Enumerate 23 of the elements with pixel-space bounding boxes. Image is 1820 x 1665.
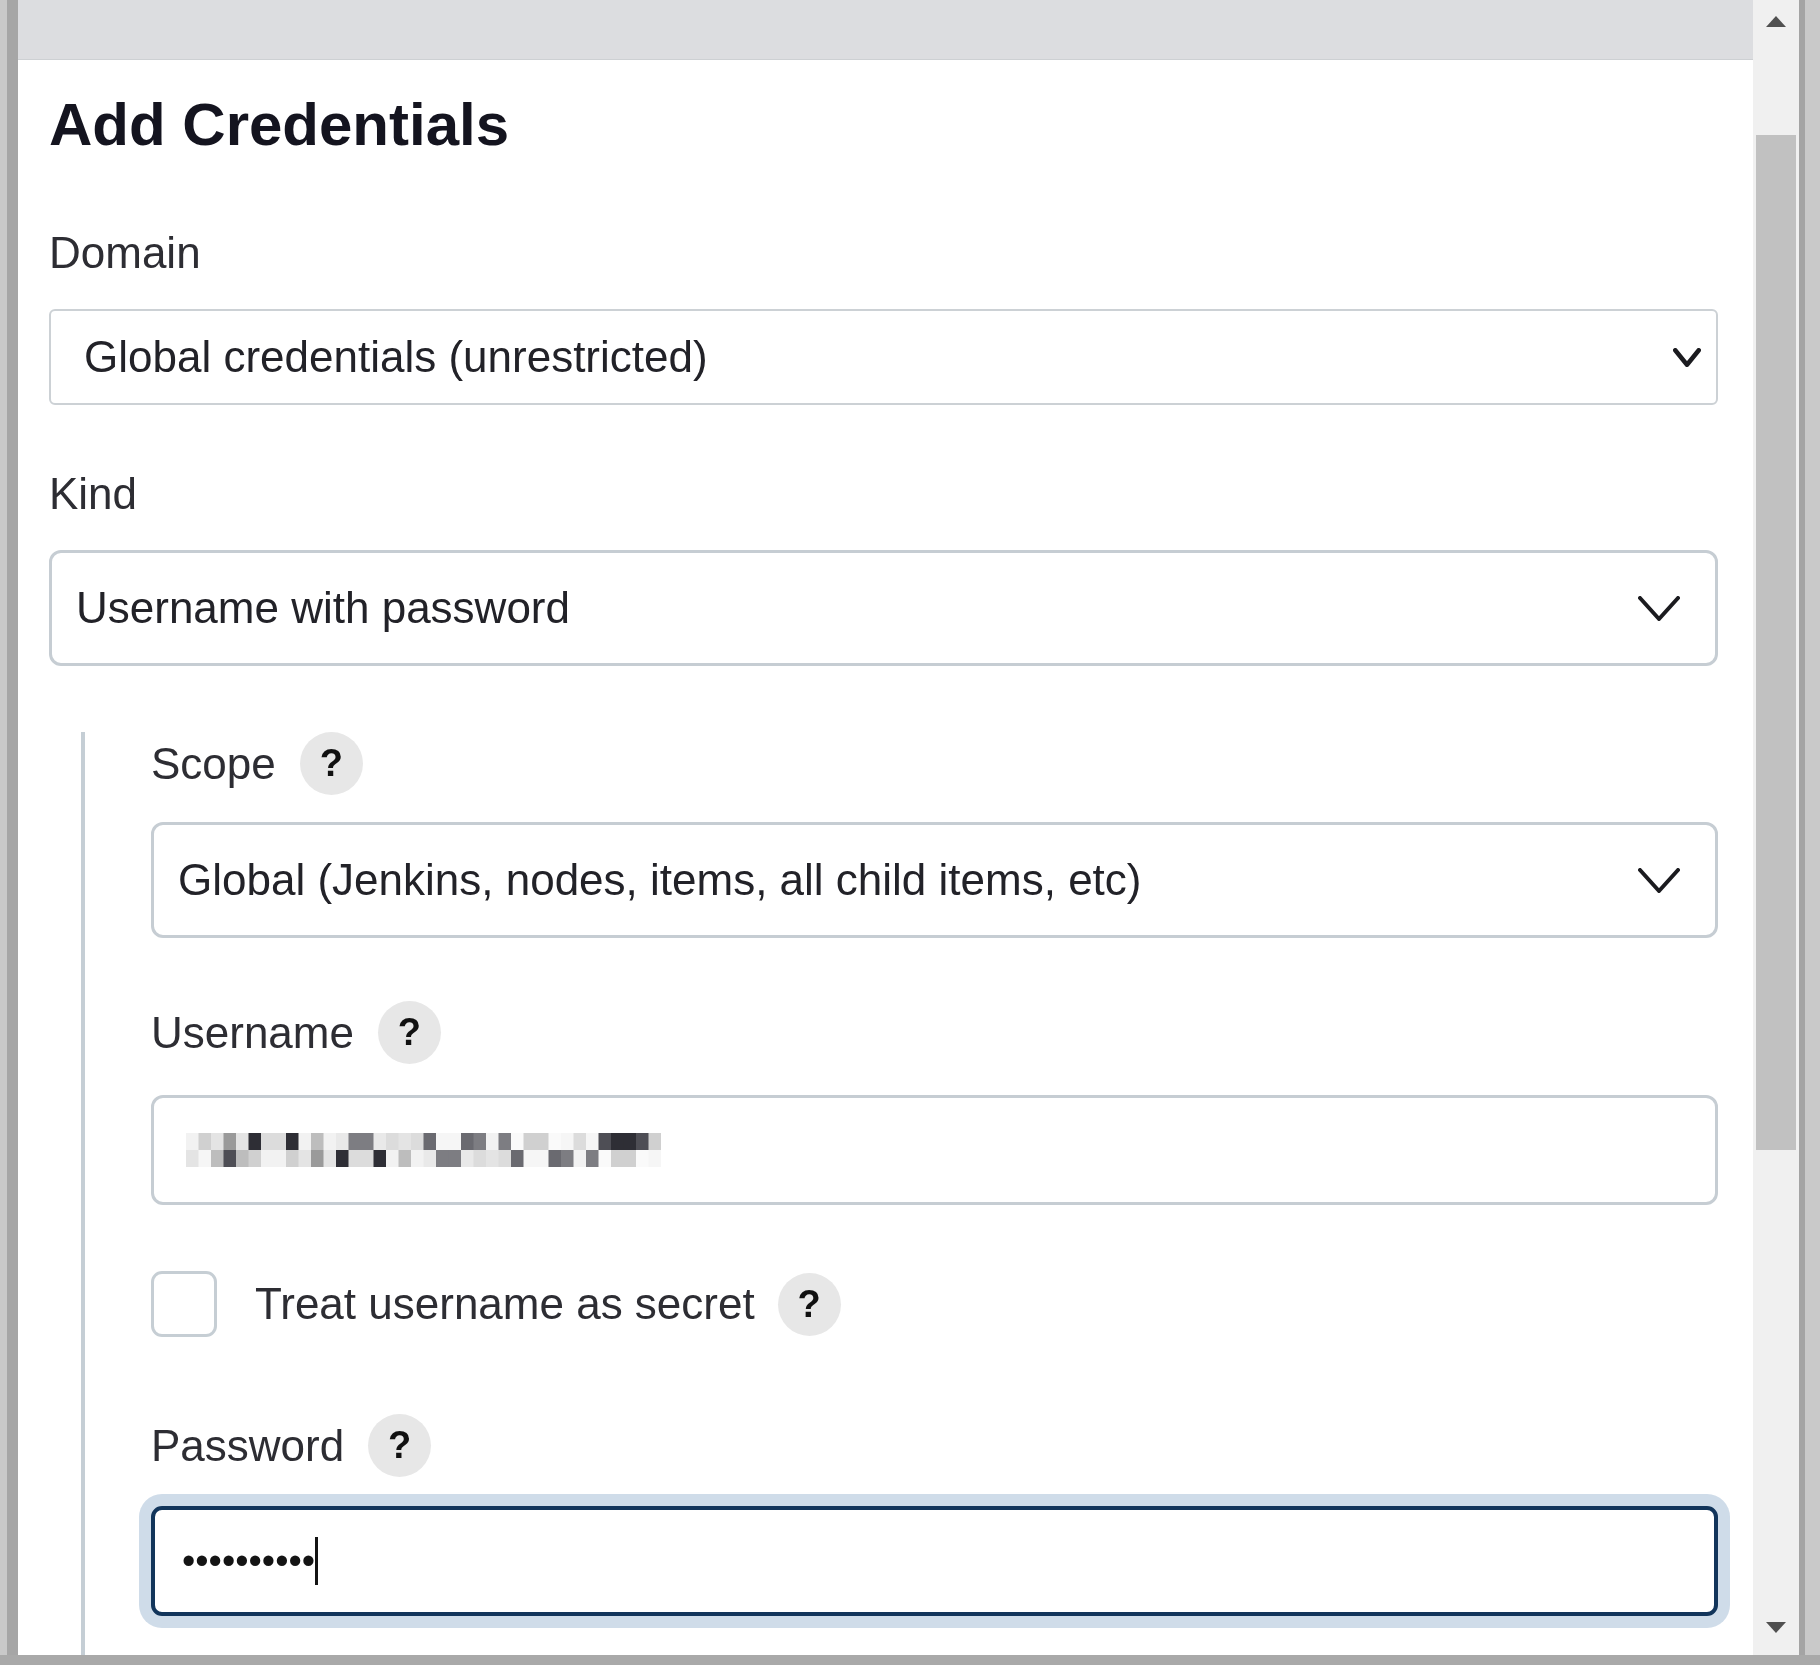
chevron-down-icon (1673, 347, 1701, 367)
text-cursor-icon (315, 1537, 319, 1585)
chevron-down-icon (1638, 595, 1680, 621)
scroll-up-icon[interactable] (1766, 16, 1786, 27)
help-button[interactable]: ? (299, 732, 363, 795)
checkbox-label: Treat username as secret (255, 1278, 755, 1330)
field-label: Scope (151, 737, 276, 790)
scrollbar-thumb[interactable] (1756, 135, 1796, 1150)
dropdown[interactable]: Global (Jenkins, nodes, items, all child items, etc) (151, 822, 1718, 938)
field-label: Kind (49, 468, 138, 520)
help-button[interactable]: ? (377, 1001, 441, 1064)
field-label: Domain (49, 227, 201, 279)
field-label: Username (151, 1006, 354, 1059)
chevron-down-icon (1638, 867, 1680, 893)
checkbox[interactable] (151, 1271, 217, 1337)
dropdown[interactable]: Global credentials (unrestricted) (49, 309, 1718, 405)
scroll-down-icon[interactable] (1766, 1622, 1786, 1633)
help-button[interactable]: ? (368, 1414, 432, 1477)
help-button[interactable]: ? (777, 1272, 841, 1336)
field-label: Password (151, 1419, 345, 1472)
text-input[interactable] (151, 1095, 1718, 1205)
dropdown[interactable]: Username with password (49, 550, 1718, 666)
dialog-title: Add Credentials (49, 90, 511, 160)
